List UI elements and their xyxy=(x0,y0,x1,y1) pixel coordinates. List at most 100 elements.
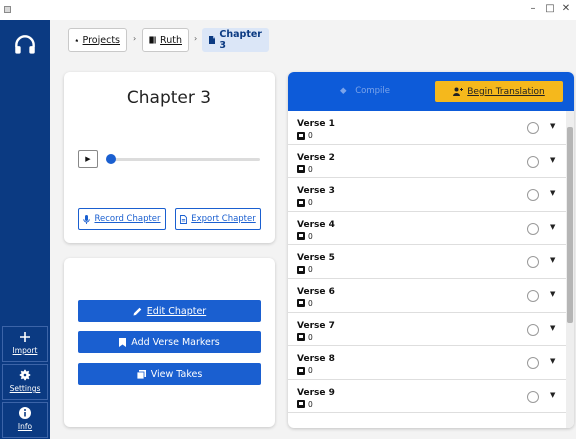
verse-select-radio[interactable] xyxy=(527,222,539,235)
breadcrumb-label: Ruth xyxy=(160,34,182,46)
verse-select-radio[interactable] xyxy=(527,289,539,302)
verse-name: Verse 3 xyxy=(297,186,335,197)
verse-row[interactable]: Verse 8 0 ▼ xyxy=(288,346,566,380)
take-count-value: 0 xyxy=(308,265,313,275)
verse-select-radio[interactable] xyxy=(527,122,539,134)
verse-name: Verse 6 xyxy=(297,286,335,297)
verse-row[interactable]: Verse 2 0 ▼ xyxy=(288,145,566,179)
takes-icon xyxy=(297,299,305,308)
close-button[interactable]: ✕ xyxy=(559,3,573,15)
verse-select-radio[interactable] xyxy=(527,256,539,269)
begin-translation-button[interactable]: Begin Translation xyxy=(435,81,563,102)
take-count-value: 0 xyxy=(308,131,313,140)
plus-icon xyxy=(3,330,47,346)
compile-button[interactable]: ◆ Compile xyxy=(340,86,390,96)
verse-name: Verse 9 xyxy=(297,387,335,398)
takes-icon xyxy=(297,366,305,375)
bookmark-icon xyxy=(119,337,127,347)
verse-select-radio[interactable] xyxy=(527,189,539,202)
verse-row[interactable]: Verse 6 0 ▼ xyxy=(288,279,566,313)
chevron-down-icon[interactable]: ▼ xyxy=(550,122,555,130)
chevron-down-icon[interactable]: ▼ xyxy=(550,223,555,231)
export-chapter-button[interactable]: Export Chapter xyxy=(175,208,261,230)
page-title: Chapter 3 xyxy=(126,88,212,108)
verse-select-radio[interactable] xyxy=(527,390,539,403)
gear-icon xyxy=(3,368,47,384)
take-count: 0 xyxy=(297,333,313,342)
view-takes-label: View Takes xyxy=(150,368,203,380)
verse-row[interactable]: Verse 9 0 ▼ xyxy=(288,380,566,414)
breadcrumb-chapter-3[interactable]: Chapter 3 xyxy=(202,28,269,52)
scrollbar-thumb[interactable] xyxy=(567,127,573,323)
add-verse-markers-button[interactable]: Add Verse Markers xyxy=(78,331,261,353)
verse-list: Verse 1 0 ▼ Verse 2 0 ▼ Verse 3 0 ▼ Vers… xyxy=(288,111,566,414)
breadcrumb-projects[interactable]: Projects xyxy=(68,28,127,52)
takes-icon xyxy=(136,369,146,379)
breadcrumb-separator: › xyxy=(194,34,198,43)
take-count: 0 xyxy=(297,198,313,207)
chevron-down-icon[interactable]: ▼ xyxy=(550,156,555,164)
takes-icon xyxy=(297,400,305,409)
view-takes-button[interactable]: View Takes xyxy=(78,363,261,385)
scrollbar[interactable] xyxy=(566,111,574,428)
edit-chapter-label: Edit Chapter xyxy=(146,305,207,317)
play-button[interactable]: ▶ xyxy=(78,150,98,168)
verse-row[interactable]: Verse 3 0 ▼ xyxy=(288,178,566,212)
document-icon xyxy=(209,36,216,44)
takes-icon xyxy=(297,198,305,207)
user-add-icon xyxy=(453,87,464,96)
verse-name: Verse 2 xyxy=(297,152,335,163)
take-count-value: 0 xyxy=(308,164,313,174)
sidebar-item-info[interactable]: Info xyxy=(2,402,48,438)
breadcrumb-separator: › xyxy=(133,34,137,43)
verse-row[interactable]: Verse 7 0 ▼ xyxy=(288,313,566,347)
chevron-down-icon[interactable]: ▼ xyxy=(550,357,555,365)
breadcrumb-ruth[interactable]: Ruth xyxy=(142,28,189,52)
maximize-button[interactable]: □ xyxy=(543,3,557,15)
record-chapter-label: Record Chapter xyxy=(94,214,161,224)
minimize-button[interactable]: – xyxy=(526,3,540,15)
take-count-value: 0 xyxy=(308,399,313,409)
record-chapter-button[interactable]: Record Chapter xyxy=(78,208,166,230)
edit-chapter-button[interactable]: Edit Chapter xyxy=(78,300,261,322)
chevron-down-icon[interactable]: ▼ xyxy=(550,324,555,332)
take-count: 0 xyxy=(297,265,313,274)
verse-row[interactable]: Verse 1 0 ▼ xyxy=(288,111,566,145)
export-chapter-label: Export Chapter xyxy=(191,214,256,224)
actions-card: Edit Chapter Add Verse Markers View Take… xyxy=(64,258,275,427)
take-count-value: 0 xyxy=(308,366,313,376)
verse-select-radio[interactable] xyxy=(527,357,539,370)
verse-row[interactable]: Verse 5 0 ▼ xyxy=(288,245,566,279)
audio-progress-track[interactable] xyxy=(106,158,260,161)
pencil-icon xyxy=(133,307,142,315)
sidebar-item-label: Info xyxy=(17,422,33,431)
take-count: 0 xyxy=(297,131,313,140)
verse-select-radio[interactable] xyxy=(527,323,539,336)
book-icon xyxy=(149,36,156,44)
compile-icon: ◆ xyxy=(340,86,347,96)
sidebar-item-label: Import xyxy=(12,346,38,355)
breadcrumb-label: Projects xyxy=(82,34,120,46)
breadcrumb-label: Chapter 3 xyxy=(219,29,262,51)
take-count: 0 xyxy=(297,400,313,409)
home-icon xyxy=(75,38,79,42)
begin-translation-label: Begin Translation xyxy=(467,86,545,97)
title-bar: – □ ✕ xyxy=(0,0,576,20)
file-icon xyxy=(180,214,188,224)
takes-icon xyxy=(297,333,305,342)
chevron-down-icon[interactable]: ▼ xyxy=(550,391,555,399)
chevron-down-icon[interactable]: ▼ xyxy=(550,290,555,298)
audio-progress-thumb[interactable] xyxy=(106,154,116,164)
sidebar: Import Settings Info xyxy=(0,20,50,439)
verse-row[interactable]: Verse 4 0 ▼ xyxy=(288,212,566,246)
sidebar-item-import[interactable]: Import xyxy=(2,326,48,362)
take-count: 0 xyxy=(297,165,313,174)
take-count: 0 xyxy=(297,232,313,241)
verse-name: Verse 7 xyxy=(297,320,335,331)
takes-icon xyxy=(297,265,305,274)
chevron-down-icon[interactable]: ▼ xyxy=(550,189,555,197)
verse-select-radio[interactable] xyxy=(527,155,539,168)
sidebar-item-settings[interactable]: Settings xyxy=(2,364,48,400)
chevron-down-icon[interactable]: ▼ xyxy=(550,256,555,264)
play-icon: ▶ xyxy=(85,155,91,163)
